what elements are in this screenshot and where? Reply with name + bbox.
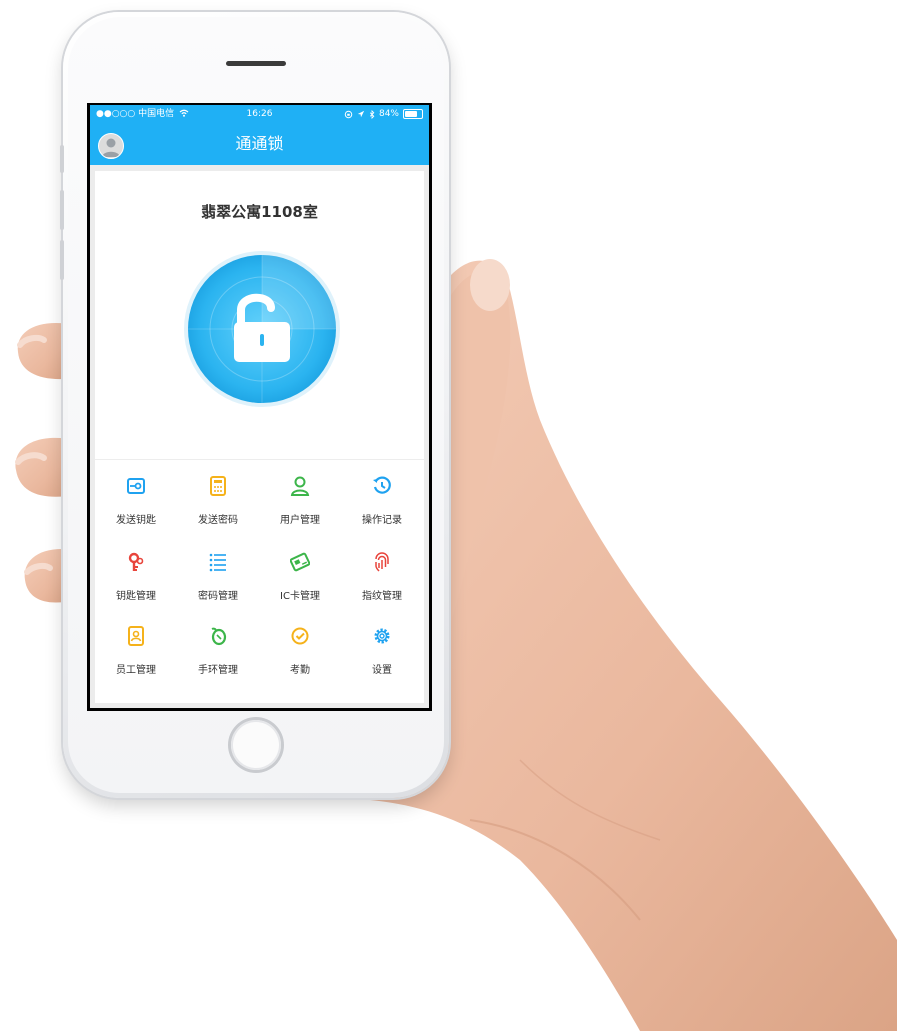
badge-icon: [128, 626, 144, 646]
menu-label: 考勤: [290, 665, 310, 676]
unlock-button[interactable]: [183, 250, 341, 408]
menu-password-management[interactable]: 密码管理: [177, 551, 259, 611]
ic-card-icon: [290, 552, 310, 572]
gear-icon: [374, 628, 390, 644]
volume-button: [60, 190, 64, 230]
unlock-icon: [184, 251, 340, 407]
history-icon: [373, 476, 391, 494]
menu-key-management[interactable]: 钥匙管理: [95, 551, 177, 611]
menu-label: 发送钥匙: [116, 515, 156, 526]
app-screen: ●●○○○ 中国电信 16:26 84% 通通锁 翡翠公寓1108室 发送钥匙 …: [90, 105, 429, 708]
page-title: 通通锁: [235, 134, 284, 153]
section-divider: [95, 459, 424, 460]
menu-user-management[interactable]: 用户管理: [259, 475, 341, 535]
menu-send-key[interactable]: 发送钥匙: [95, 475, 177, 535]
menu-label: 设置: [372, 665, 392, 676]
bluetooth-icon: [369, 109, 375, 119]
send-password-icon: [210, 476, 226, 496]
phone-screen: ●●○○○ 中国电信 16:26 84% 通通锁 翡翠公寓1108室 发送钥匙 …: [87, 103, 432, 711]
menu-label: 用户管理: [280, 515, 320, 526]
status-bar: ●●○○○ 中国电信 16:26 84%: [90, 105, 429, 123]
home-button[interactable]: [231, 720, 281, 770]
app-header: 通通锁: [90, 123, 429, 165]
battery-icon: [403, 109, 423, 119]
earpiece-speaker: [226, 61, 286, 66]
menu-label: 发送密码: [198, 515, 238, 526]
location-icon: [357, 110, 365, 118]
menu-label: 操作记录: [362, 515, 402, 526]
rotation-lock-icon: [344, 110, 353, 118]
key-icon: [128, 552, 144, 571]
menu-staff-management[interactable]: 员工管理: [95, 625, 177, 685]
menu-settings[interactable]: 设置: [341, 625, 423, 685]
volume-button: [60, 240, 64, 280]
attendance-icon: [291, 627, 309, 645]
menu-attendance[interactable]: 考勤: [259, 625, 341, 685]
fingerprint-icon: [375, 552, 389, 572]
menu-label: 员工管理: [116, 665, 156, 676]
menu-send-password[interactable]: 发送密码: [177, 475, 259, 535]
menu-label: 钥匙管理: [116, 591, 156, 602]
battery-level: [405, 111, 417, 117]
main-card: 翡翠公寓1108室 发送钥匙 发送密码 用户管理 操作记录 钥匙管理 密码管理 …: [95, 171, 424, 703]
list-icon: [209, 553, 226, 572]
user-icon: [290, 476, 310, 496]
menu-ic-card-management[interactable]: IC卡管理: [259, 551, 341, 611]
menu-bracelet-management[interactable]: 手环管理: [177, 625, 259, 685]
room-name: 翡翠公寓1108室: [201, 203, 318, 221]
bracelet-icon: [211, 627, 227, 646]
menu-label: 指纹管理: [362, 591, 402, 602]
menu-operation-log[interactable]: 操作记录: [341, 475, 423, 535]
menu-label: 密码管理: [198, 591, 238, 602]
menu-label: IC卡管理: [280, 591, 320, 602]
menu-label: 手环管理: [198, 665, 238, 676]
battery-percent: 84%: [378, 109, 399, 119]
volume-button: [60, 145, 64, 173]
status-icons: 84%: [344, 105, 423, 123]
send-key-icon: [127, 478, 145, 494]
menu-fingerprint-management[interactable]: 指纹管理: [341, 551, 423, 611]
